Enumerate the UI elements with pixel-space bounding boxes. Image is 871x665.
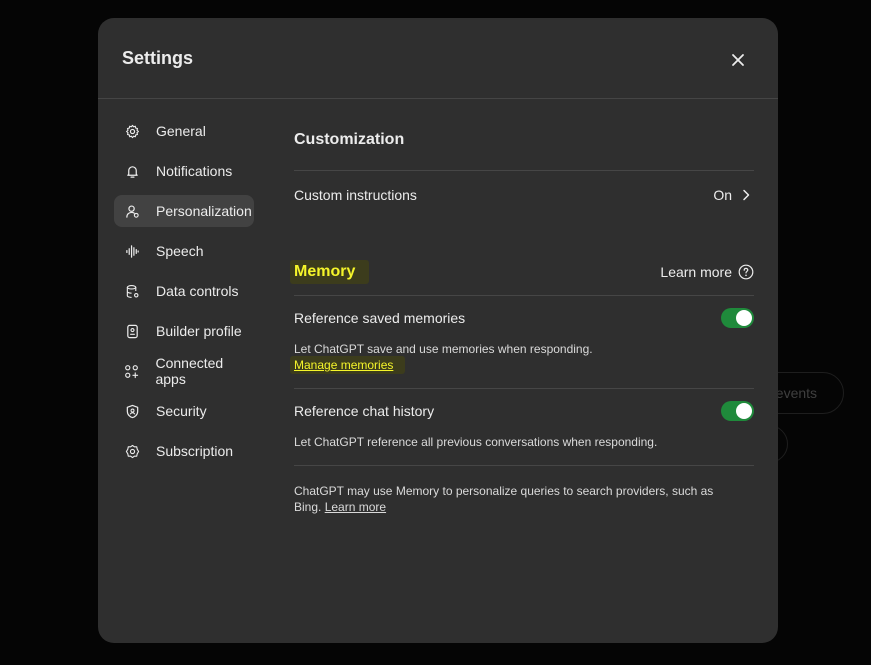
close-button[interactable] [724,46,752,74]
chevron-right-icon [743,189,750,201]
chat-history-description: Let ChatGPT reference all previous conve… [294,435,658,449]
divider [294,465,754,466]
close-icon [732,54,744,66]
toggle-knob [736,403,752,419]
memory-footer-text: ChatGPT may use Memory to personalize qu… [294,483,734,515]
memory-section-title: Memory [290,260,370,284]
person-icon [124,203,140,219]
sidebar-item-label: Connected apps [155,355,224,387]
learn-more-label: Learn more [660,264,732,280]
waveform-icon [124,243,140,259]
sidebar-item-data-controls[interactable]: Data controls [114,275,254,307]
sidebar-item-label: Speech [156,243,204,259]
settings-modal: Settings General Notifications Personali… [98,18,778,643]
sidebar-item-label: Notifications [156,163,233,179]
shield-icon [124,403,140,419]
sidebar-item-connected-apps[interactable]: Connected apps [114,355,254,387]
reference-chat-history-label: Reference chat history [294,403,435,419]
manage-memories-link[interactable]: Manage memories [294,358,393,372]
modal-title: Settings [122,48,194,68]
chat-history-toggle[interactable] [721,401,754,421]
bell-icon [124,163,140,179]
sidebar-item-subscription[interactable]: Subscription [114,435,254,467]
badge-icon [124,323,140,339]
sidebar-item-speech[interactable]: Speech [114,235,254,267]
help-circle-icon [738,264,754,280]
custom-instructions-row[interactable]: Custom instructions On [294,171,754,219]
custom-instructions-label: Custom instructions [294,187,417,203]
sidebar-item-label: Builder profile [156,323,242,339]
sidebar-item-general[interactable]: General [114,115,254,147]
sidebar-item-security[interactable]: Security [114,395,254,427]
sidebar-item-builder-profile[interactable]: Builder profile [114,315,254,347]
sidebar-item-personalization[interactable]: Personalization [114,195,254,227]
sidebar-item-label: General [156,123,206,139]
reference-saved-memories-label: Reference saved memories [294,310,466,326]
manage-memories-wrap: Manage memories [290,356,406,374]
footer-text-line2: Bing. [294,500,322,514]
sidebar-item-label: Security [156,403,207,419]
divider [294,388,754,389]
database-icon [124,283,140,299]
sidebar-item-label: Personalization [156,203,252,219]
toggle-knob [736,310,752,326]
sidebar-item-label: Data controls [156,283,239,299]
footer-text-line1: ChatGPT may use Memory to personalize qu… [294,484,714,498]
footer-learn-more-link[interactable]: Learn more [325,500,386,514]
sidebar-item-notifications[interactable]: Notifications [114,155,254,187]
memory-learn-more-link[interactable]: Learn more [660,264,754,280]
saved-memories-description: Let ChatGPT save and use memories when r… [294,342,593,356]
custom-instructions-value: On [713,187,732,203]
gear-icon [124,123,140,139]
apps-grid-icon [124,363,139,379]
modal-header: Settings [98,18,778,99]
saved-memories-toggle[interactable] [721,308,754,328]
subscription-icon [124,443,140,459]
divider [294,295,754,296]
customization-title: Customization [294,131,405,148]
sidebar-item-label: Subscription [156,443,234,459]
